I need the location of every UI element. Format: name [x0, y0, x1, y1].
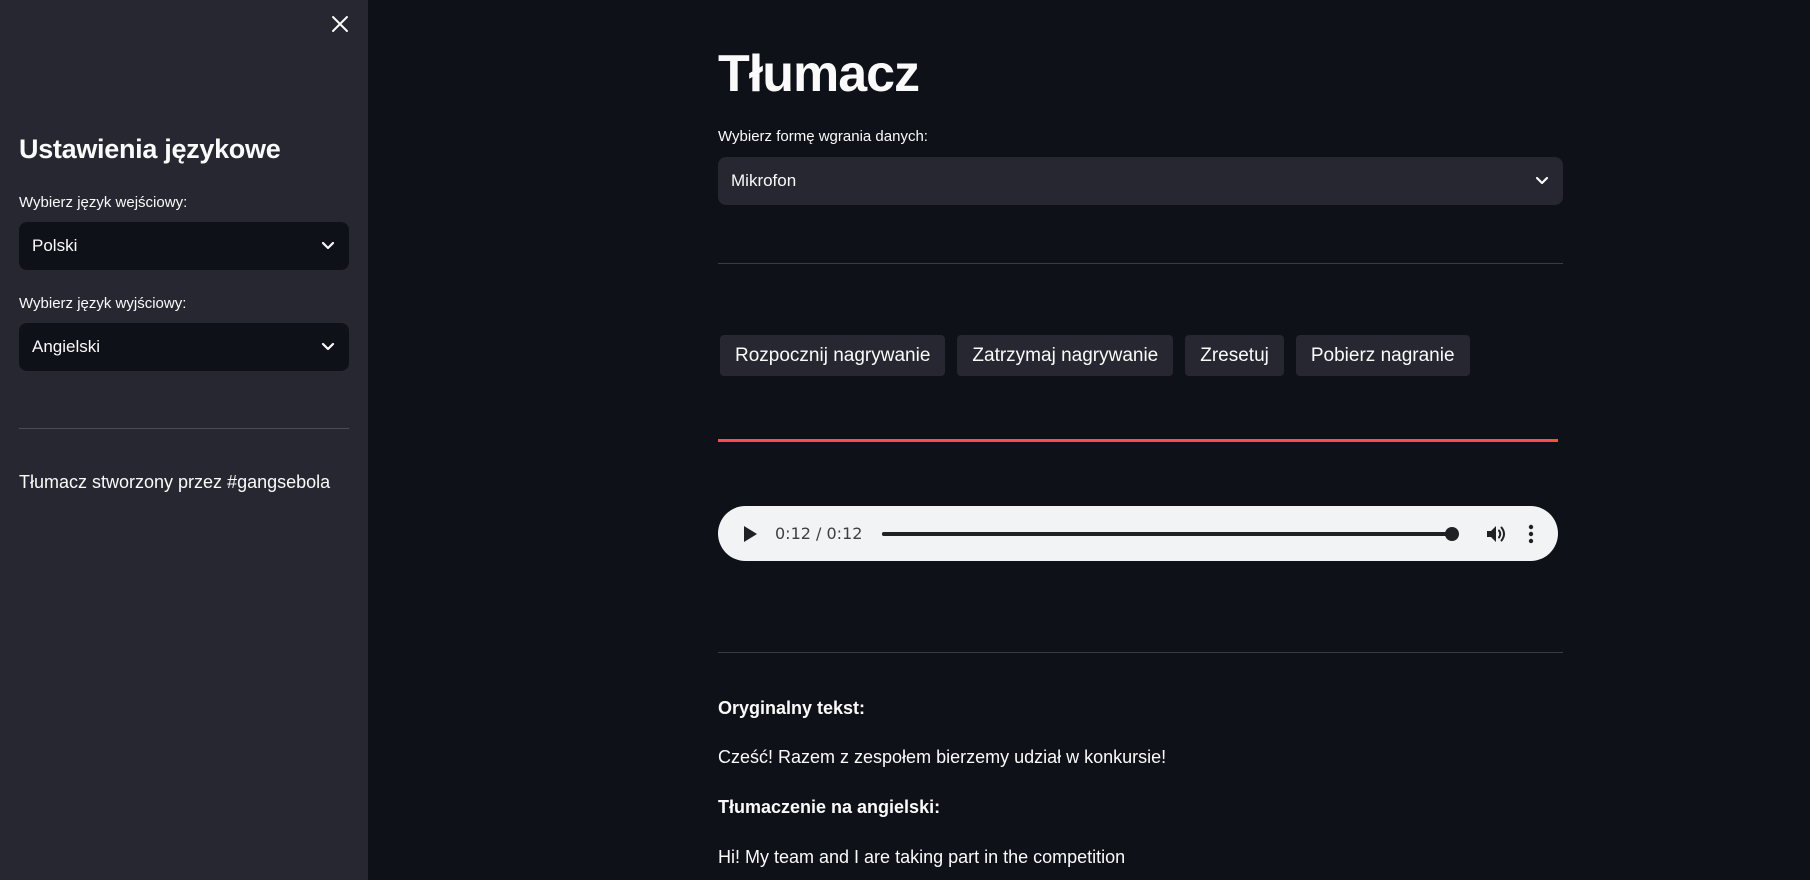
audio-progress-fill: [882, 531, 1453, 536]
volume-button[interactable]: [1486, 524, 1508, 544]
chevron-down-icon: [321, 342, 335, 351]
play-icon: [744, 525, 757, 542]
app: Ustawienia językowe Wybierz język wejści…: [0, 0, 1810, 880]
recording-controls: Rozpocznij nagrywanie Zatrzymaj nagrywan…: [720, 335, 1470, 376]
upload-method-select[interactable]: Mikrofon: [718, 157, 1563, 205]
play-button[interactable]: [742, 525, 762, 543]
more-vert-icon: [1529, 524, 1534, 543]
recording-indicator-line: [718, 439, 1558, 442]
audio-time: 0:12 / 0:12: [775, 524, 863, 543]
audio-seek-bar[interactable]: [882, 526, 1460, 541]
output-language-label: Wybierz język wyjściowy:: [19, 295, 187, 312]
divider: [718, 263, 1563, 264]
download-recording-button[interactable]: Pobierz nagranie: [1295, 335, 1470, 376]
input-language-select[interactable]: Polski: [19, 222, 349, 270]
close-sidebar-button[interactable]: [326, 10, 354, 38]
upload-method-label: Wybierz formę wgrania danych:: [718, 128, 928, 145]
translation-label: Tłumaczenie na angielski:: [718, 797, 941, 817]
sidebar-divider: [19, 428, 349, 429]
input-language-label: Wybierz język wejściowy:: [19, 194, 188, 211]
audio-seek-thumb[interactable]: [1445, 526, 1460, 541]
chevron-down-icon: [1535, 176, 1549, 185]
upload-method-value: Mikrofon: [731, 171, 797, 190]
chevron-down-icon: [321, 241, 335, 250]
main-content: Tłumacz Wybierz formę wgrania danych: Mi…: [368, 0, 1810, 880]
close-icon: [332, 16, 348, 32]
more-options-button[interactable]: [1528, 524, 1534, 544]
volume-icon: [1487, 525, 1506, 542]
sidebar-title: Ustawienia językowe: [19, 134, 281, 164]
input-language-value: Polski: [32, 236, 78, 255]
translation-text: Hi! My team and I are taking part in the…: [718, 847, 1126, 867]
original-text-label: Oryginalny tekst:: [718, 698, 866, 718]
page-title: Tłumacz: [718, 45, 920, 103]
sidebar: Ustawienia językowe Wybierz język wejści…: [0, 0, 368, 880]
output-language-value: Angielski: [32, 337, 101, 356]
stop-recording-button[interactable]: Zatrzymaj nagrywanie: [957, 335, 1174, 376]
reset-button[interactable]: Zresetuj: [1185, 335, 1284, 376]
original-text: Cześć! Razem z zespołem bierzemy udział …: [718, 747, 1167, 767]
output-language-select[interactable]: Angielski: [19, 323, 349, 371]
start-recording-button[interactable]: Rozpocznij nagrywanie: [720, 335, 946, 376]
audio-player: 0:12 / 0:12: [718, 506, 1558, 561]
sidebar-footer: Tłumacz stworzony przez #gangsebola: [19, 472, 331, 492]
divider: [718, 652, 1563, 653]
